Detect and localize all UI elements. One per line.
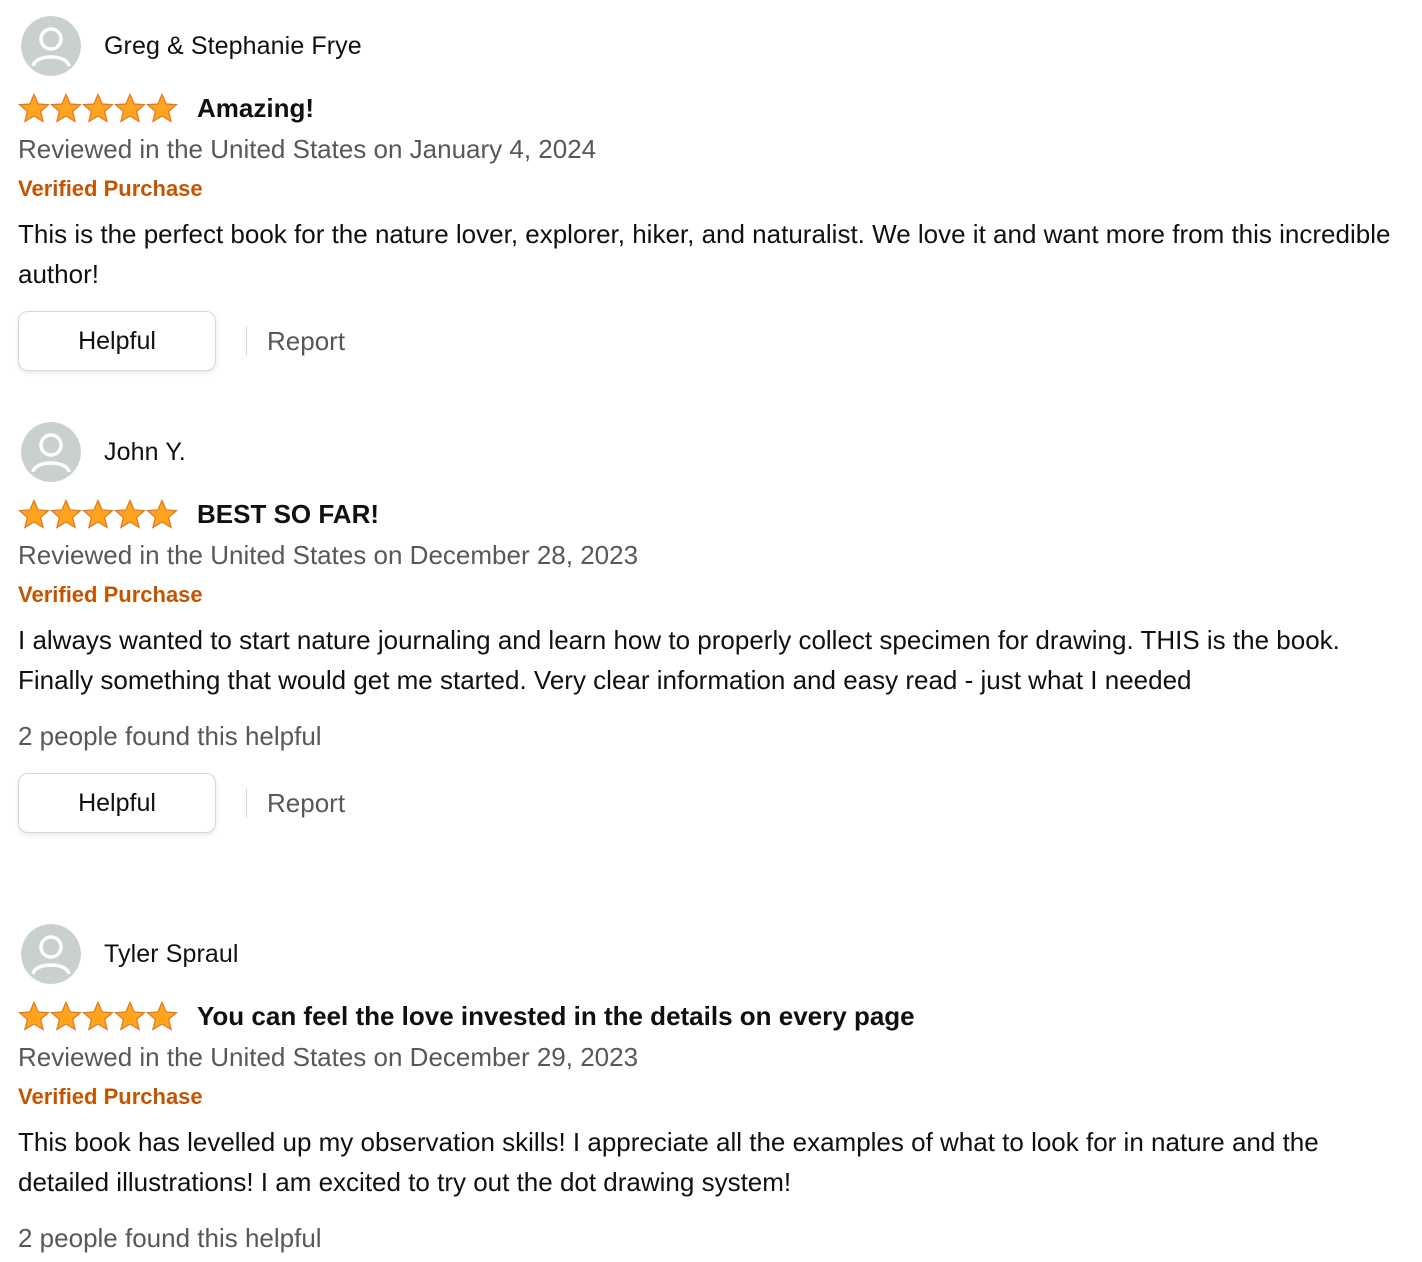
star-icon [50, 93, 82, 123]
review-date: Reviewed in the United States on January… [18, 134, 597, 164]
review-title[interactable]: BEST SO FAR! [197, 499, 379, 530]
review-body: I always wanted to start nature journali… [18, 625, 1340, 695]
star-icon [18, 93, 50, 123]
reviewer-name[interactable]: Tyler Spraul [104, 940, 239, 969]
review: John Y. BEST SO FAR! Reviewed in the Uni… [18, 421, 1398, 834]
reviewer-profile[interactable]: John Y. [18, 421, 1398, 483]
report-link[interactable]: Report [267, 788, 345, 819]
report-link[interactable]: Report [267, 326, 345, 357]
star-icon [114, 1001, 146, 1031]
helpful-count: 2 people found this helpful [18, 1223, 322, 1253]
star-icon [18, 499, 50, 529]
divider [246, 788, 247, 818]
star-icon [114, 499, 146, 529]
star-icon [146, 93, 178, 123]
avatar-icon [21, 422, 81, 482]
verified-purchase-badge[interactable]: Verified Purchase [18, 170, 1398, 208]
divider [246, 326, 247, 356]
star-icon [50, 499, 82, 529]
star-icon [50, 1001, 82, 1031]
star-icon [82, 1001, 114, 1031]
review-body: This is the perfect book for the nature … [18, 219, 1391, 289]
reviewer-profile[interactable]: Greg & Stephanie Frye [18, 15, 1398, 77]
star-icon [146, 499, 178, 529]
avatar-icon [21, 924, 81, 984]
verified-purchase-badge[interactable]: Verified Purchase [18, 1078, 1398, 1116]
star-rating[interactable] [18, 499, 178, 529]
verified-purchase-badge[interactable]: Verified Purchase [18, 576, 1398, 614]
reviewer-profile[interactable]: Tyler Spraul [18, 923, 1398, 985]
star-icon [114, 93, 146, 123]
star-icon [82, 93, 114, 123]
review-body: This book has levelled up my observation… [18, 1127, 1319, 1197]
star-icon [146, 1001, 178, 1031]
reviewer-name[interactable]: Greg & Stephanie Frye [104, 32, 362, 61]
review: Greg & Stephanie Frye Amazing! Reviewed … [18, 15, 1398, 372]
star-icon [18, 1001, 50, 1031]
star-icon [82, 499, 114, 529]
helpful-button[interactable]: Helpful [18, 311, 216, 371]
review: Tyler Spraul You can feel the love inves… [18, 923, 1398, 1258]
review-date: Reviewed in the United States on Decembe… [18, 1042, 639, 1072]
review-title[interactable]: Amazing! [197, 93, 314, 124]
reviewer-name[interactable]: John Y. [104, 438, 186, 467]
star-rating[interactable] [18, 1001, 178, 1031]
star-rating[interactable] [18, 93, 178, 123]
review-title[interactable]: You can feel the love invested in the de… [197, 1001, 915, 1032]
helpful-count: 2 people found this helpful [18, 721, 322, 751]
review-date: Reviewed in the United States on Decembe… [18, 540, 639, 570]
helpful-button[interactable]: Helpful [18, 773, 216, 833]
avatar-icon [21, 16, 81, 76]
